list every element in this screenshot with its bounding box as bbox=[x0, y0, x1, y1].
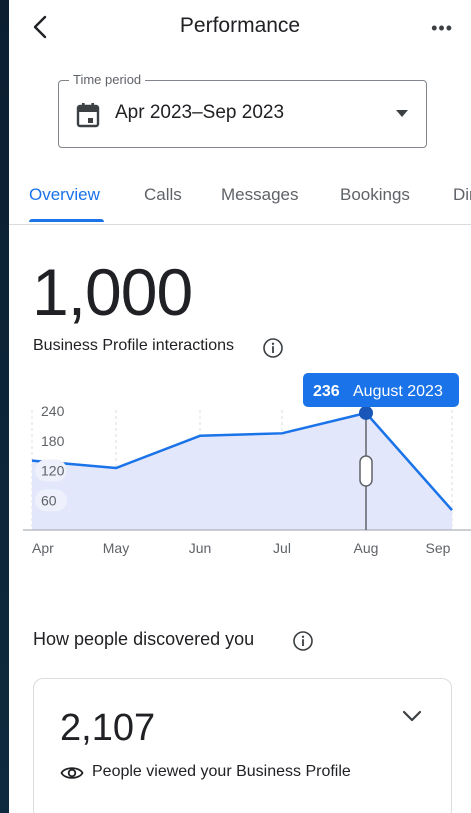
profile-views-label: People viewed your Business Profile bbox=[92, 763, 351, 780]
info-icon[interactable] bbox=[262, 337, 284, 359]
scrub-handle[interactable] bbox=[359, 455, 373, 487]
time-period-value: Apr 2023–Sep 2023 bbox=[115, 102, 285, 123]
x-tick-label: May bbox=[103, 540, 129, 556]
y-tick-label: 60 bbox=[41, 492, 57, 508]
tab-bookings[interactable]: Bookings bbox=[340, 185, 410, 205]
y-tick-label: 180 bbox=[41, 433, 65, 449]
tab-directions[interactable]: Dir bbox=[453, 185, 471, 205]
performance-screen: Performance ••• Time period Apr 2023–Sep… bbox=[9, 0, 471, 813]
info-icon[interactable] bbox=[292, 630, 314, 652]
profile-views-card[interactable]: 2,107 People viewed your Business Profil… bbox=[33, 678, 452, 813]
tab-bar: Overview Calls Messages Bookings Dir bbox=[9, 170, 471, 225]
time-period-label: Time period bbox=[69, 72, 146, 87]
x-tick-label: Sep bbox=[426, 540, 451, 556]
active-tab-indicator bbox=[29, 219, 104, 222]
time-period-select[interactable]: Time period Apr 2023–Sep 2023 bbox=[58, 72, 427, 148]
data-point-selected[interactable] bbox=[359, 405, 373, 420]
dropdown-arrow-icon bbox=[396, 110, 408, 117]
x-tick-label: Jul bbox=[273, 540, 291, 556]
chevron-down-icon[interactable] bbox=[401, 709, 423, 723]
x-tick-label: Aug bbox=[354, 540, 379, 556]
tab-overview[interactable]: Overview bbox=[29, 185, 100, 205]
x-tick-label: Apr bbox=[32, 540, 54, 556]
tooltip-value: 236 bbox=[313, 383, 340, 400]
tooltip-label: August 2023 bbox=[353, 383, 443, 400]
tab-calls[interactable]: Calls bbox=[144, 185, 182, 205]
more-options-button[interactable]: ••• bbox=[431, 18, 453, 39]
interactions-chart: 240 180 120 60 Apr May Jun Jul Aug Sep 236 August 2… bbox=[23, 373, 471, 556]
calendar-icon bbox=[76, 103, 100, 128]
interactions-label: Business Profile interactions bbox=[33, 337, 234, 355]
interactions-label-text: Business Profile interactions bbox=[33, 337, 234, 354]
y-tick-label: 240 bbox=[41, 403, 65, 419]
discovery-section-title: How people discovered you bbox=[33, 629, 255, 649]
profile-views-count: 2,107 bbox=[60, 707, 156, 749]
area-fill bbox=[32, 412, 452, 530]
page-title: Performance bbox=[179, 14, 301, 37]
x-tick-label: Jun bbox=[189, 540, 212, 556]
interactions-total: 1,000 bbox=[32, 255, 193, 329]
eye-icon bbox=[60, 767, 84, 779]
top-app-bar: Performance ••• bbox=[9, 0, 471, 56]
tab-messages[interactable]: Messages bbox=[221, 185, 298, 205]
y-tick-label: 120 bbox=[41, 463, 65, 479]
